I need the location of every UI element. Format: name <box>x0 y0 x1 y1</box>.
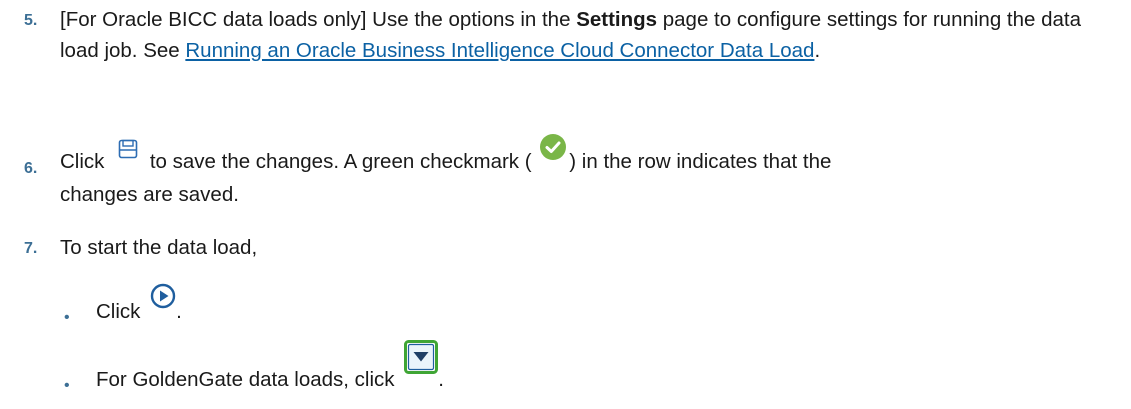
bullet-suffix: . <box>438 367 444 391</box>
running-bicc-data-load-link[interactable]: Running an Oracle Business Intelligence … <box>185 39 814 62</box>
step-text: [For Oracle BICC data loads only] Use th… <box>60 4 1121 66</box>
step-text-suffix: . <box>814 39 821 62</box>
step-number: 6. <box>24 160 38 177</box>
dropdown-icon[interactable] <box>404 340 439 393</box>
step-text: Click to save the changes. A green check… <box>60 133 1121 210</box>
bullet-marker: • <box>64 377 70 394</box>
checkmark-description: ) in the row indicates that the <box>569 150 832 173</box>
step-text-prefix: [For Oracle BICC data loads only] Use th… <box>60 8 577 31</box>
step-number: 7. <box>24 240 38 257</box>
save-icon[interactable] <box>118 131 138 175</box>
click-text: Click <box>96 300 141 323</box>
click-text: Click <box>60 150 105 173</box>
green-checkmark-icon <box>539 133 567 177</box>
goldengate-text: For GoldenGate data loads, click <box>96 367 395 391</box>
bullet-text: Click . <box>96 283 182 335</box>
bullet-suffix: . <box>176 300 182 323</box>
settings-label: Settings <box>576 8 658 31</box>
run-icon[interactable] <box>150 281 176 325</box>
step-number: 5. <box>24 12 38 29</box>
bullet-text: For GoldenGate data loads, click . <box>96 340 444 407</box>
bullet-marker: • <box>64 309 70 326</box>
save-description: to save the changes. A green checkmark ( <box>149 150 532 173</box>
step-text: To start the data load, <box>60 236 258 259</box>
